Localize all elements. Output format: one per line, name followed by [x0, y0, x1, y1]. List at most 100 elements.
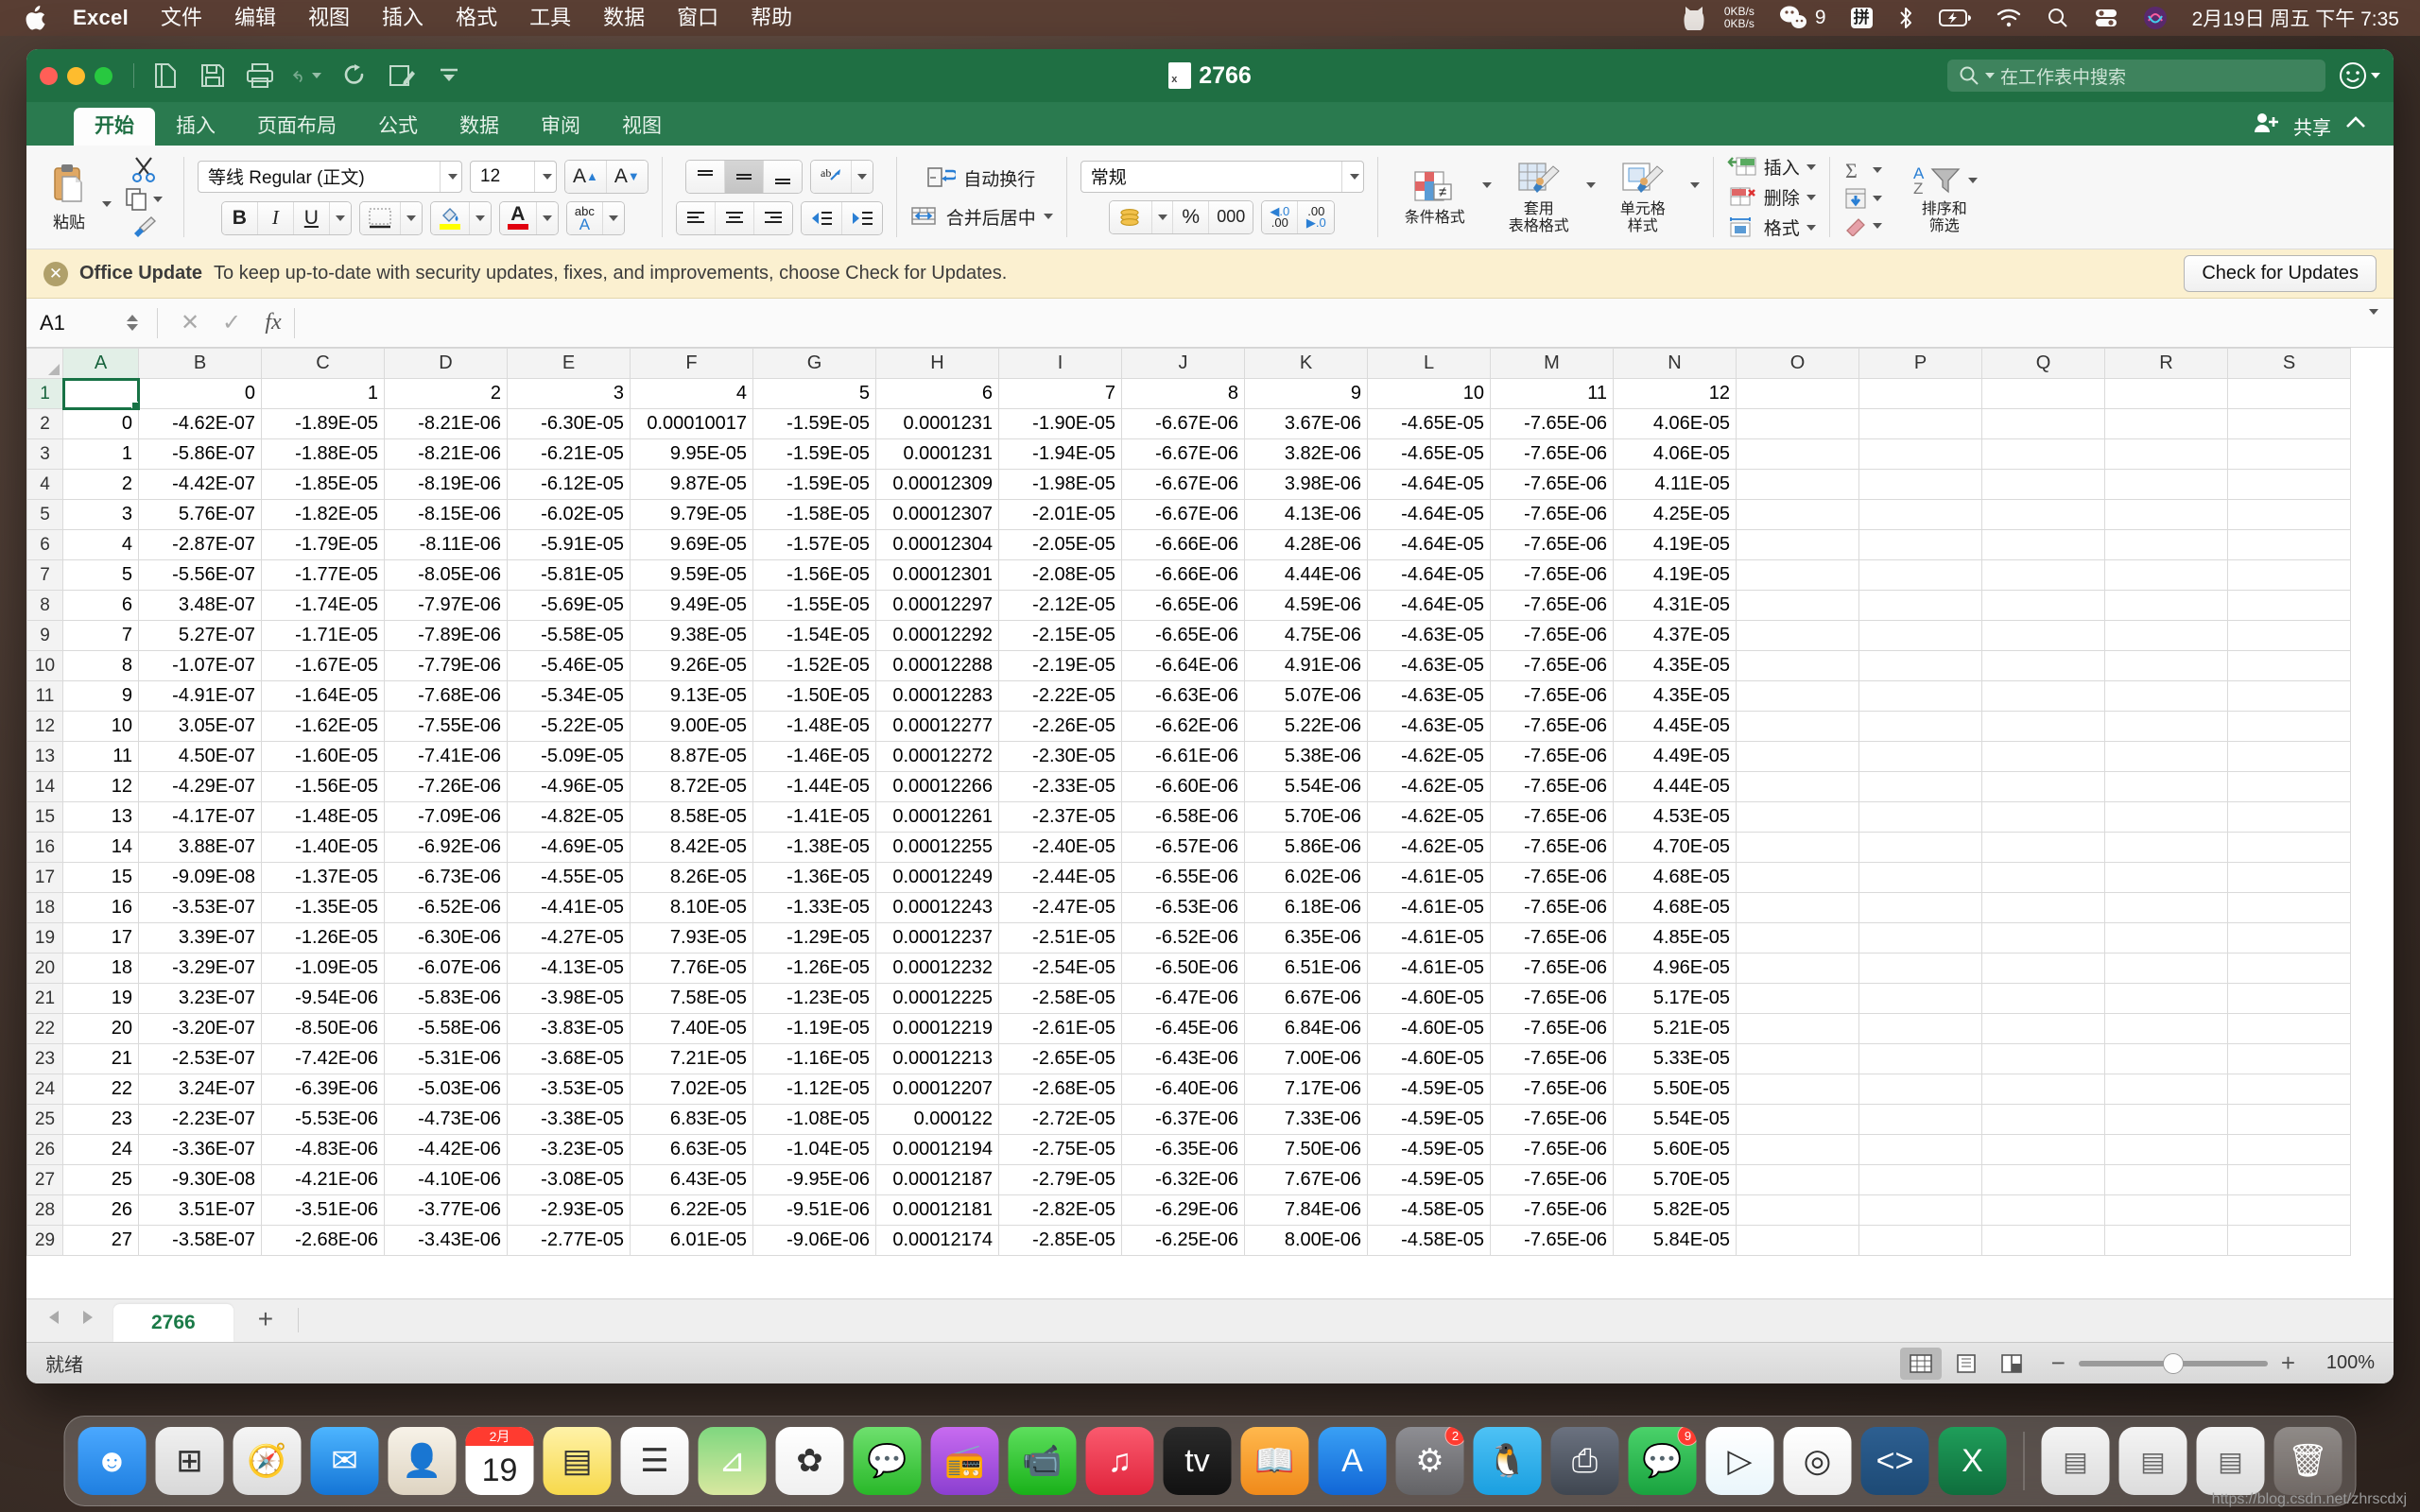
cell-C29[interactable]: -2.68E-06 — [262, 1226, 385, 1256]
cell-B2[interactable]: -4.62E-07 — [139, 409, 262, 439]
cell-A25[interactable]: 23 — [63, 1105, 139, 1135]
cell-C26[interactable]: -4.83E-06 — [262, 1135, 385, 1165]
cell-K18[interactable]: 6.18E-06 — [1245, 893, 1368, 923]
cell-C5[interactable]: -1.82E-05 — [262, 500, 385, 530]
search-input[interactable]: 在工作表中搜索 — [1947, 60, 2325, 92]
cell-G2[interactable]: -1.59E-05 — [753, 409, 876, 439]
cell-B22[interactable]: -3.20E-07 — [139, 1014, 262, 1044]
cell-L6[interactable]: -4.64E-05 — [1368, 530, 1491, 560]
cell-E22[interactable]: -3.83E-05 — [508, 1014, 631, 1044]
cell-C3[interactable]: -1.88E-05 — [262, 439, 385, 470]
cell-G22[interactable]: -1.19E-05 — [753, 1014, 876, 1044]
cell-N27[interactable]: 5.70E-05 — [1614, 1165, 1737, 1195]
cell-L22[interactable]: -4.60E-05 — [1368, 1014, 1491, 1044]
close-button[interactable] — [40, 67, 58, 85]
cell-O11[interactable] — [1737, 681, 1859, 712]
dock-item-maps[interactable]: ⊿ — [699, 1427, 767, 1495]
cell-J10[interactable]: -6.64E-06 — [1122, 651, 1245, 681]
cell-D22[interactable]: -5.58E-06 — [385, 1014, 508, 1044]
cell-M7[interactable]: -7.65E-06 — [1491, 560, 1614, 591]
cell-B24[interactable]: 3.24E-07 — [139, 1074, 262, 1105]
cell-A3[interactable]: 1 — [63, 439, 139, 470]
cell-K16[interactable]: 5.86E-06 — [1245, 833, 1368, 863]
cell-R26[interactable] — [2105, 1135, 2228, 1165]
cell-I6[interactable]: -2.05E-05 — [999, 530, 1122, 560]
cell-G27[interactable]: -9.95E-06 — [753, 1165, 876, 1195]
decrease-decimal-button[interactable]: .00▶.0 — [1298, 201, 1334, 233]
row-header-1[interactable]: 1 — [27, 379, 63, 409]
cell-C1[interactable]: 1 — [262, 379, 385, 409]
cell-A10[interactable]: 8 — [63, 651, 139, 681]
cell-R24[interactable] — [2105, 1074, 2228, 1105]
cell-A16[interactable]: 14 — [63, 833, 139, 863]
cell-O2[interactable] — [1737, 409, 1859, 439]
cell-M15[interactable]: -7.65E-06 — [1491, 802, 1614, 833]
tab-home[interactable]: 开始 — [74, 108, 155, 146]
cell-J23[interactable]: -6.43E-06 — [1122, 1044, 1245, 1074]
cell-H11[interactable]: 0.00012283 — [876, 681, 999, 712]
cell-I8[interactable]: -2.12E-05 — [999, 591, 1122, 621]
cell-S1[interactable] — [2228, 379, 2351, 409]
cell-I5[interactable]: -2.01E-05 — [999, 500, 1122, 530]
cell-P12[interactable] — [1859, 712, 1982, 742]
cell-A27[interactable]: 25 — [63, 1165, 139, 1195]
cell-S21[interactable] — [2228, 984, 2351, 1014]
cell-J26[interactable]: -6.35E-06 — [1122, 1135, 1245, 1165]
cell-S3[interactable] — [2228, 439, 2351, 470]
cell-E24[interactable]: -3.53E-05 — [508, 1074, 631, 1105]
cell-A6[interactable]: 4 — [63, 530, 139, 560]
cell-N28[interactable]: 5.82E-05 — [1614, 1195, 1737, 1226]
bluetooth-icon[interactable] — [1885, 6, 1927, 30]
cell-I13[interactable]: -2.30E-05 — [999, 742, 1122, 772]
cell-G9[interactable]: -1.54E-05 — [753, 621, 876, 651]
menu-item-help[interactable]: 帮助 — [735, 0, 808, 36]
row-header-21[interactable]: 21 — [27, 984, 63, 1014]
cell-N6[interactable]: 4.19E-05 — [1614, 530, 1737, 560]
ime-icon[interactable]: 拼 — [1839, 8, 1885, 28]
cell-C20[interactable]: -1.09E-05 — [262, 954, 385, 984]
cell-P25[interactable] — [1859, 1105, 1982, 1135]
cell-K28[interactable]: 7.84E-06 — [1245, 1195, 1368, 1226]
cell-A29[interactable]: 27 — [63, 1226, 139, 1256]
tab-review[interactable]: 审阅 — [520, 108, 601, 146]
cell-O26[interactable] — [1737, 1135, 1859, 1165]
cell-L29[interactable]: -4.58E-05 — [1368, 1226, 1491, 1256]
cell-N25[interactable]: 5.54E-05 — [1614, 1105, 1737, 1135]
column-header-D[interactable]: D — [385, 349, 508, 379]
cell-N22[interactable]: 5.21E-05 — [1614, 1014, 1737, 1044]
column-header-B[interactable]: B — [139, 349, 262, 379]
cell-F4[interactable]: 9.87E-05 — [631, 470, 753, 500]
cell-I25[interactable]: -2.72E-05 — [999, 1105, 1122, 1135]
cell-H26[interactable]: 0.00012194 — [876, 1135, 999, 1165]
cell-L24[interactable]: -4.59E-05 — [1368, 1074, 1491, 1105]
cell-E6[interactable]: -5.91E-05 — [508, 530, 631, 560]
cell-P14[interactable] — [1859, 772, 1982, 802]
cell-O8[interactable] — [1737, 591, 1859, 621]
row-header-12[interactable]: 12 — [27, 712, 63, 742]
cell-N23[interactable]: 5.33E-05 — [1614, 1044, 1737, 1074]
cell-K27[interactable]: 7.67E-06 — [1245, 1165, 1368, 1195]
cell-E16[interactable]: -4.69E-05 — [508, 833, 631, 863]
menu-item-insert[interactable]: 插入 — [366, 0, 440, 36]
dock-item-system-preferences[interactable]: ⚙2 — [1396, 1427, 1464, 1495]
row-header-2[interactable]: 2 — [27, 409, 63, 439]
share-button[interactable]: 共享 — [2293, 112, 2331, 140]
cell-M13[interactable]: -7.65E-06 — [1491, 742, 1614, 772]
cell-H13[interactable]: 0.00012272 — [876, 742, 999, 772]
cell-D6[interactable]: -8.11E-06 — [385, 530, 508, 560]
menu-item-data[interactable]: 数据 — [587, 0, 661, 36]
cell-F23[interactable]: 7.21E-05 — [631, 1044, 753, 1074]
cell-O22[interactable] — [1737, 1014, 1859, 1044]
cell-B6[interactable]: -2.87E-07 — [139, 530, 262, 560]
cell-L13[interactable]: -4.62E-05 — [1368, 742, 1491, 772]
zoom-out-button[interactable]: − — [2051, 1349, 2066, 1378]
cell-L26[interactable]: -4.59E-05 — [1368, 1135, 1491, 1165]
sort-filter-button[interactable]: AZ 排序和 筛选 — [1888, 160, 2001, 235]
cell-B3[interactable]: -5.86E-07 — [139, 439, 262, 470]
cell-F25[interactable]: 6.83E-05 — [631, 1105, 753, 1135]
cell-O21[interactable] — [1737, 984, 1859, 1014]
wechat-menu-icon[interactable]: 9 — [1767, 6, 1839, 30]
cell-A20[interactable]: 18 — [63, 954, 139, 984]
add-sheet-button[interactable]: + — [233, 1304, 298, 1342]
cell-B18[interactable]: -3.53E-07 — [139, 893, 262, 923]
